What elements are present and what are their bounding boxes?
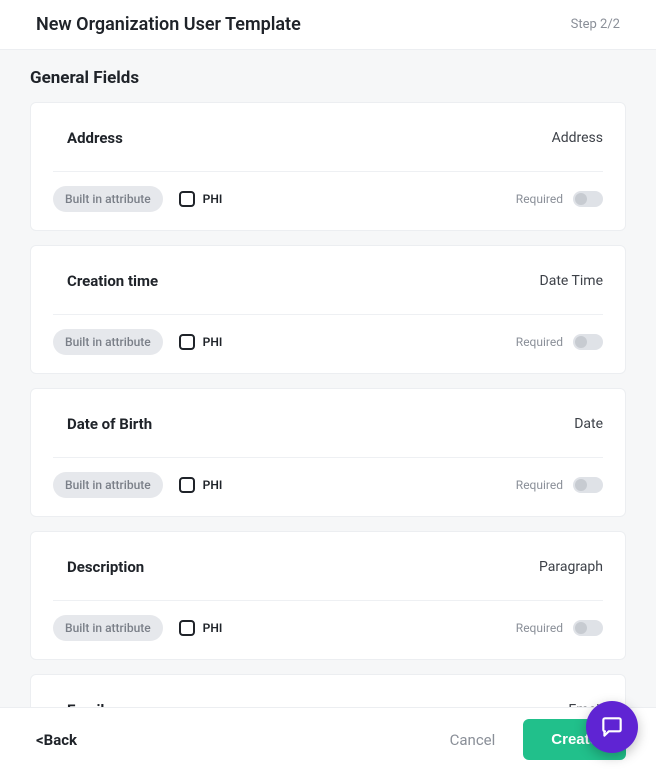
field-type: Date (574, 416, 603, 432)
phi-label: PHI (203, 192, 223, 206)
page-title: New Organization User Template (36, 14, 301, 35)
field-type: Paragraph (539, 559, 603, 575)
chat-launcher[interactable] (586, 701, 638, 753)
required-label: Required (516, 621, 563, 635)
cancel-button[interactable]: Cancel (450, 731, 496, 749)
builtin-badge: Built in attribute (53, 329, 163, 355)
section-title: General Fields (0, 50, 656, 102)
field-card-controls: Built in attribute PHI Required (53, 315, 603, 373)
field-name: Creation time (53, 272, 158, 290)
checkbox-icon (179, 620, 195, 636)
checkbox-icon (179, 191, 195, 207)
field-type: Date Time (540, 273, 603, 289)
phi-label: PHI (203, 335, 223, 349)
field-card-header: Date of Birth Date (53, 389, 603, 458)
field-card-controls: Built in attribute PHI Required (53, 601, 603, 659)
chat-icon (599, 714, 625, 740)
back-button[interactable]: <Back (36, 731, 77, 749)
checkbox-icon (179, 477, 195, 493)
phi-checkbox[interactable]: PHI (179, 477, 223, 493)
field-card-header: Description Paragraph (53, 532, 603, 601)
builtin-badge: Built in attribute (53, 186, 163, 212)
content-area: General Fields Address Address Built in … (0, 50, 656, 709)
required-label: Required (516, 192, 563, 206)
field-card: Creation time Date Time Built in attribu… (30, 245, 626, 374)
field-card: Date of Birth Date Built in attribute PH… (30, 388, 626, 517)
footer: <Back Cancel Create (0, 707, 656, 771)
field-card: Email Email Built in attribute PHI Requi… (30, 674, 626, 709)
phi-label: PHI (203, 478, 223, 492)
field-name: Description (53, 558, 144, 576)
checkbox-icon (179, 334, 195, 350)
phi-checkbox[interactable]: PHI (179, 620, 223, 636)
required-toggle[interactable] (573, 191, 603, 207)
field-card-controls: Built in attribute PHI Required (53, 458, 603, 516)
required-toggle[interactable] (573, 620, 603, 636)
required-toggle[interactable] (573, 477, 603, 493)
field-type: Address (552, 130, 603, 146)
phi-checkbox[interactable]: PHI (179, 334, 223, 350)
required-label: Required (516, 478, 563, 492)
field-name: Date of Birth (53, 415, 152, 433)
builtin-badge: Built in attribute (53, 615, 163, 641)
step-indicator: Step 2/2 (571, 17, 620, 32)
required-label: Required (516, 335, 563, 349)
phi-checkbox[interactable]: PHI (179, 191, 223, 207)
phi-label: PHI (203, 621, 223, 635)
field-name: Address (53, 129, 123, 147)
field-card-header: Address Address (53, 103, 603, 172)
header: New Organization User Template Step 2/2 (0, 0, 656, 50)
builtin-badge: Built in attribute (53, 472, 163, 498)
field-card: Address Address Built in attribute PHI R… (30, 102, 626, 231)
required-toggle[interactable] (573, 334, 603, 350)
scroll-region[interactable]: General Fields Address Address Built in … (0, 50, 656, 709)
field-card: Description Paragraph Built in attribute… (30, 531, 626, 660)
field-card-controls: Built in attribute PHI Required (53, 172, 603, 230)
field-card-header: Creation time Date Time (53, 246, 603, 315)
field-card-header: Email Email (53, 675, 603, 709)
